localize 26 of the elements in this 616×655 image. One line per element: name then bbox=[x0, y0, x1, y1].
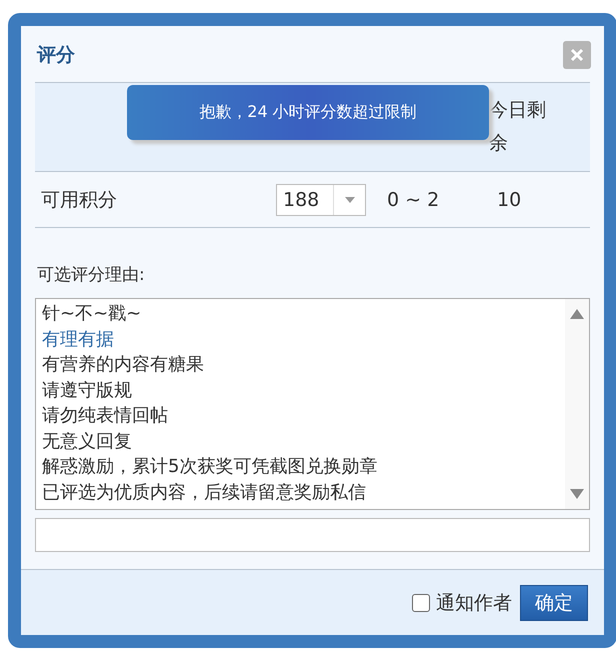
reason-input[interactable] bbox=[35, 518, 590, 552]
list-option[interactable]: 有营养的内容有糖果 bbox=[42, 352, 559, 378]
table-cell-text: 0 ~ 2 bbox=[387, 188, 440, 210]
scroll-down-icon[interactable] bbox=[570, 489, 584, 499]
list-option[interactable]: 请遵守版规 bbox=[42, 378, 559, 403]
notify-checkbox[interactable] bbox=[412, 594, 430, 612]
reasons-label: 可选评分理由: bbox=[37, 264, 146, 286]
column-header: 今日剩余 bbox=[489, 98, 547, 156]
dialog-title: 评分 bbox=[37, 43, 75, 68]
list-option[interactable]: 请勿纯表情回帖 bbox=[42, 403, 559, 428]
confirm-button[interactable]: 确定 bbox=[520, 584, 588, 620]
list-option[interactable]: 解惑激励，累计5次获奖可凭截图兑换勋章 bbox=[42, 454, 559, 480]
table-cell-text: 可用积分 bbox=[40, 188, 118, 212]
close-button[interactable] bbox=[563, 41, 591, 69]
reasons-listbox[interactable]: 针~不~戳~ 有理有据 有营养的内容有糖果 请遵守版规 请勿纯表情回帖 无意义回复 解惑激励，累计5次获奖可凭截图兑换勋章 已评选为优质内容，后续请留意奖励私信 bbox=[35, 298, 590, 510]
score-select[interactable]: 188 bbox=[276, 184, 366, 216]
table-cell: 10 bbox=[497, 188, 522, 210]
close-icon bbox=[570, 48, 584, 62]
list-option[interactable]: 针~不~戳~ bbox=[42, 301, 559, 326]
notify-label[interactable]: 通知作者 bbox=[436, 590, 512, 616]
list-option[interactable]: 无意义回复 bbox=[42, 428, 559, 454]
caret-icon bbox=[344, 196, 354, 202]
scroll-up-icon[interactable] bbox=[570, 309, 584, 319]
toast-message: 抱歉，24 小时评分数超过限制 bbox=[127, 85, 489, 140]
list-option[interactable]: 已评选为优质内容，后续请留意奖励私信 bbox=[42, 480, 559, 505]
list-option[interactable]: 有理有据 bbox=[42, 326, 559, 352]
